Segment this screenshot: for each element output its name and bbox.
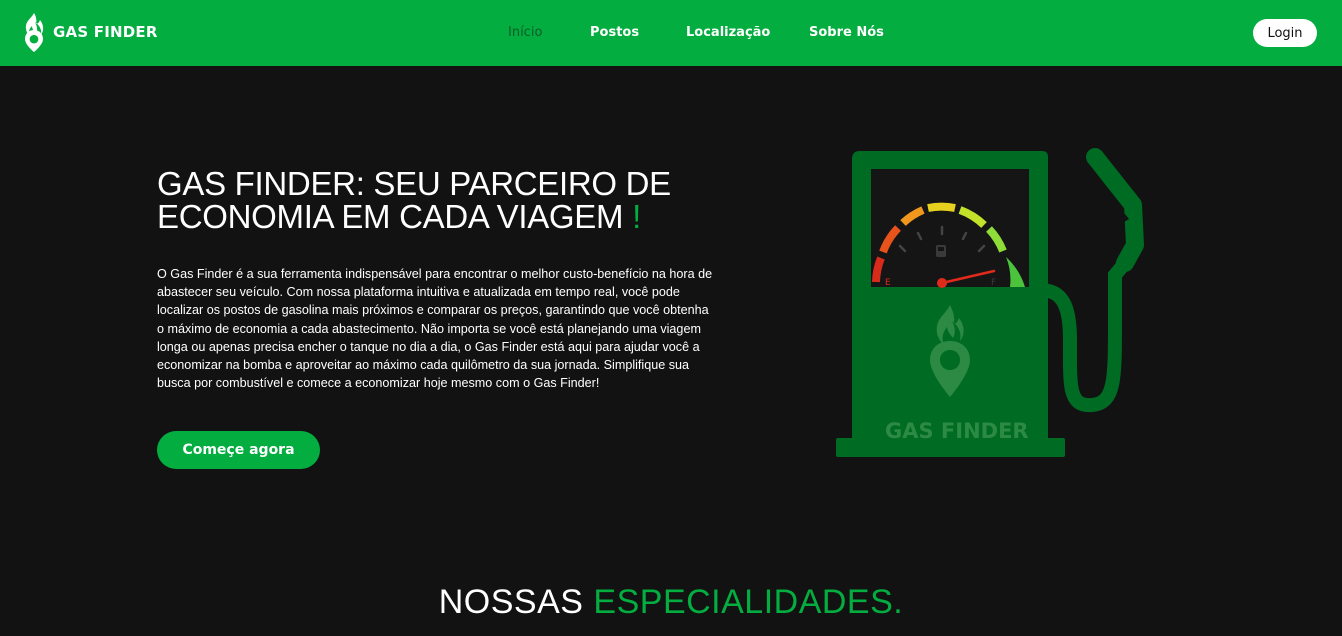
top-navbar: GAS FINDER Início Postos Localização Sob… [0,0,1342,66]
specialties-title: NOSSAS ESPECIALIDADES. [0,583,1342,622]
hero-title-text: GAS FINDER: SEU PARCEIRO DE ECONOMIA EM … [157,165,671,235]
brand-name: GAS FINDER [53,23,158,41]
hero-title-mark: ! [632,198,641,235]
fuel-pump-icon: E F GAS FINDER [836,148,1144,457]
specialties-title-accent: ESPECIALIDADES. [593,583,904,621]
gauge-full-label: F [991,278,996,288]
gauge-empty-label: E [885,278,891,288]
nav-link-postos[interactable]: Postos [590,25,639,40]
flame-pin-icon [25,13,44,52]
nav-link-localizacao[interactable]: Localização [686,25,770,40]
hero-title: GAS FINDER: SEU PARCEIRO DE ECONOMIA EM … [157,167,717,233]
brand-logo[interactable]: GAS FINDER [21,11,158,53]
nav-link-sobre-nos[interactable]: Sobre Nós [809,25,884,40]
get-started-button[interactable]: Começe agora [157,431,320,469]
hero-description: O Gas Finder é a sua ferramenta indispen… [157,267,713,391]
nav-link-inicio[interactable]: Início [508,25,542,40]
pump-brand-text: GAS FINDER [885,419,1029,443]
hero-illustration: E F GAS FINDER [830,145,1155,470]
specialties-title-main: NOSSAS [438,583,584,621]
login-button[interactable]: Login [1253,19,1317,47]
